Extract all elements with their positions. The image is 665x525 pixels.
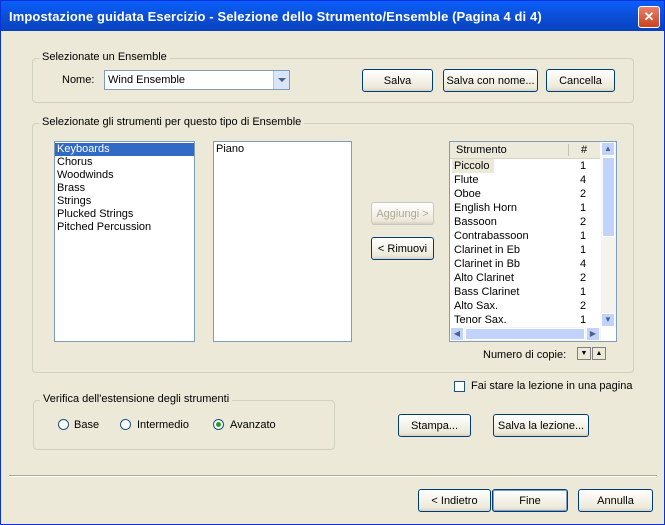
radio-base[interactable]: [58, 419, 69, 430]
instrument-name-cell: Alto Clarinet: [454, 272, 514, 284]
chevron-down-icon[interactable]: [273, 71, 289, 89]
radio-advanced-label: Avanzato: [230, 419, 276, 431]
back-button[interactable]: < Indietro: [418, 489, 491, 512]
delete-ensemble-button[interactable]: Cancella: [546, 69, 615, 92]
instrument-name-cell: Bassoon: [454, 216, 497, 228]
family-list-item[interactable]: Pitched Percussion: [55, 221, 194, 234]
save-lesson-button[interactable]: Salva la lezione...: [493, 414, 589, 437]
instrument-count-cell: 2: [580, 188, 587, 200]
table-row[interactable]: Alto Sax. 2: [450, 299, 600, 313]
family-list-item[interactable]: Brass: [55, 182, 194, 195]
instrument-name-cell: Tenor Sax.: [454, 314, 507, 326]
save-button[interactable]: Salva: [362, 69, 433, 92]
ensemble-name-value: Wind Ensemble: [108, 74, 186, 86]
title-bar: Impostazione guidata Esercizio - Selezio…: [1, 1, 664, 31]
scroll-right-icon[interactable]: ▶: [586, 327, 600, 341]
footer-divider: [9, 475, 657, 477]
table-row[interactable]: Piccolo 1: [450, 159, 600, 173]
horizontal-scrollbar[interactable]: ◀ ▶: [450, 327, 601, 341]
vertical-scrollbar[interactable]: ▲ ▼: [601, 142, 616, 327]
save-as-button[interactable]: Salva con nome...: [443, 69, 538, 92]
instrument-count-cell: 2: [580, 300, 587, 312]
ensemble-group-legend: Selezionate un Ensemble: [39, 51, 170, 63]
radio-base-label: Base: [74, 419, 100, 431]
vertical-scroll-thumb[interactable]: [602, 157, 615, 237]
instrument-name-cell: Oboe: [454, 188, 481, 200]
table-row[interactable]: Alto Clarinet 2: [450, 271, 600, 285]
radio-advanced[interactable]: [213, 419, 224, 430]
instrument-name-cell: Flute: [454, 174, 479, 186]
available-instruments-list[interactable]: Piano: [213, 141, 352, 342]
window-title: Impostazione guidata Esercizio - Selezio…: [9, 9, 542, 24]
range-check-legend: Verifica dell'estensione degli strumenti: [40, 393, 233, 405]
wizard-window: Impostazione guidata Esercizio - Selezio…: [0, 0, 665, 525]
finish-button[interactable]: Fine: [492, 489, 568, 512]
instrument-count-cell: 1: [580, 244, 587, 256]
scroll-down-icon[interactable]: ▼: [601, 313, 615, 327]
ensemble-name-select[interactable]: Wind Ensemble: [104, 70, 290, 90]
instrument-name-cell: Contrabassoon: [454, 230, 529, 242]
scroll-left-icon[interactable]: ◀: [450, 327, 464, 341]
family-list[interactable]: Keyboards Chorus Woodwinds Brass Strings Pluc…: [54, 141, 195, 342]
instrument-count-cell: 2: [580, 272, 587, 284]
instrument-count-cell: 1: [580, 160, 587, 172]
instrument-name-cell: Piccolo: [454, 160, 490, 172]
available-instrument-item[interactable]: Piano: [214, 143, 351, 156]
scroll-up-icon[interactable]: ▲: [601, 142, 615, 156]
instruments-group-legend: Selezionate gli strumenti per questo tip…: [39, 116, 305, 128]
family-list-item[interactable]: Plucked Strings: [55, 208, 194, 221]
copies-increase-icon[interactable]: ▲: [592, 347, 606, 360]
instrument-name-cell: Clarinet in Bb: [454, 258, 521, 270]
instrument-name-cell: Alto Sax.: [454, 300, 499, 312]
copies-label: Numero di copie:: [483, 349, 567, 361]
add-instrument-button[interactable]: Aggiungi >: [371, 202, 434, 225]
instrument-name-cell: Bass Clarinet: [454, 286, 520, 298]
family-list-item[interactable]: Woodwinds: [55, 169, 194, 182]
table-row[interactable]: English Horn 1: [450, 201, 600, 215]
family-list-item[interactable]: Chorus: [55, 156, 194, 169]
table-header: Strumento #: [450, 142, 600, 159]
instrument-count-cell: 1: [580, 202, 587, 214]
print-button[interactable]: Stampa...: [398, 414, 471, 437]
family-list-item[interactable]: Keyboards: [55, 143, 194, 156]
horizontal-scroll-thumb[interactable]: [465, 328, 585, 340]
instrument-name-cell: Clarinet in Eb: [454, 244, 521, 256]
table-row[interactable]: Clarinet in Bb 4: [450, 257, 600, 271]
column-header-instrument[interactable]: Strumento: [456, 144, 507, 156]
table-row[interactable]: Flute 4: [450, 173, 600, 187]
ensemble-instruments-table[interactable]: Strumento # Piccolo 1 Flute 4 Oboe 2 English H…: [449, 141, 617, 342]
family-list-item[interactable]: Strings: [55, 195, 194, 208]
instrument-count-cell: 1: [580, 286, 587, 298]
column-header-count[interactable]: #: [581, 144, 587, 156]
table-row[interactable]: Oboe 2: [450, 187, 600, 201]
table-row[interactable]: Contrabassoon 1: [450, 229, 600, 243]
instrument-count-cell: 2: [580, 216, 587, 228]
radio-intermediate[interactable]: [120, 419, 131, 430]
close-icon[interactable]: ✕: [638, 6, 660, 28]
instrument-count-cell: 1: [580, 314, 587, 326]
one-page-checkbox[interactable]: [454, 381, 465, 392]
table-row[interactable]: Clarinet in Eb 1: [450, 243, 600, 257]
table-row[interactable]: Bass Clarinet 1: [450, 285, 600, 299]
one-page-label: Fai stare la lezione in una pagina: [471, 380, 633, 392]
instrument-count-cell: 1: [580, 230, 587, 242]
instrument-count-cell: 4: [580, 174, 587, 186]
instrument-count-cell: 4: [580, 258, 587, 270]
radio-intermediate-label: Intermedio: [137, 419, 189, 431]
remove-instrument-button[interactable]: < Rimuovi: [371, 237, 434, 260]
table-row[interactable]: Bassoon 2: [450, 215, 600, 229]
ensemble-name-label: Nome:: [62, 74, 95, 86]
copies-decrease-icon[interactable]: ▼: [577, 347, 591, 360]
table-row[interactable]: Tenor Sax. 1: [450, 313, 600, 326]
instrument-name-cell: English Horn: [454, 202, 517, 214]
cancel-button[interactable]: Annulla: [578, 489, 653, 512]
